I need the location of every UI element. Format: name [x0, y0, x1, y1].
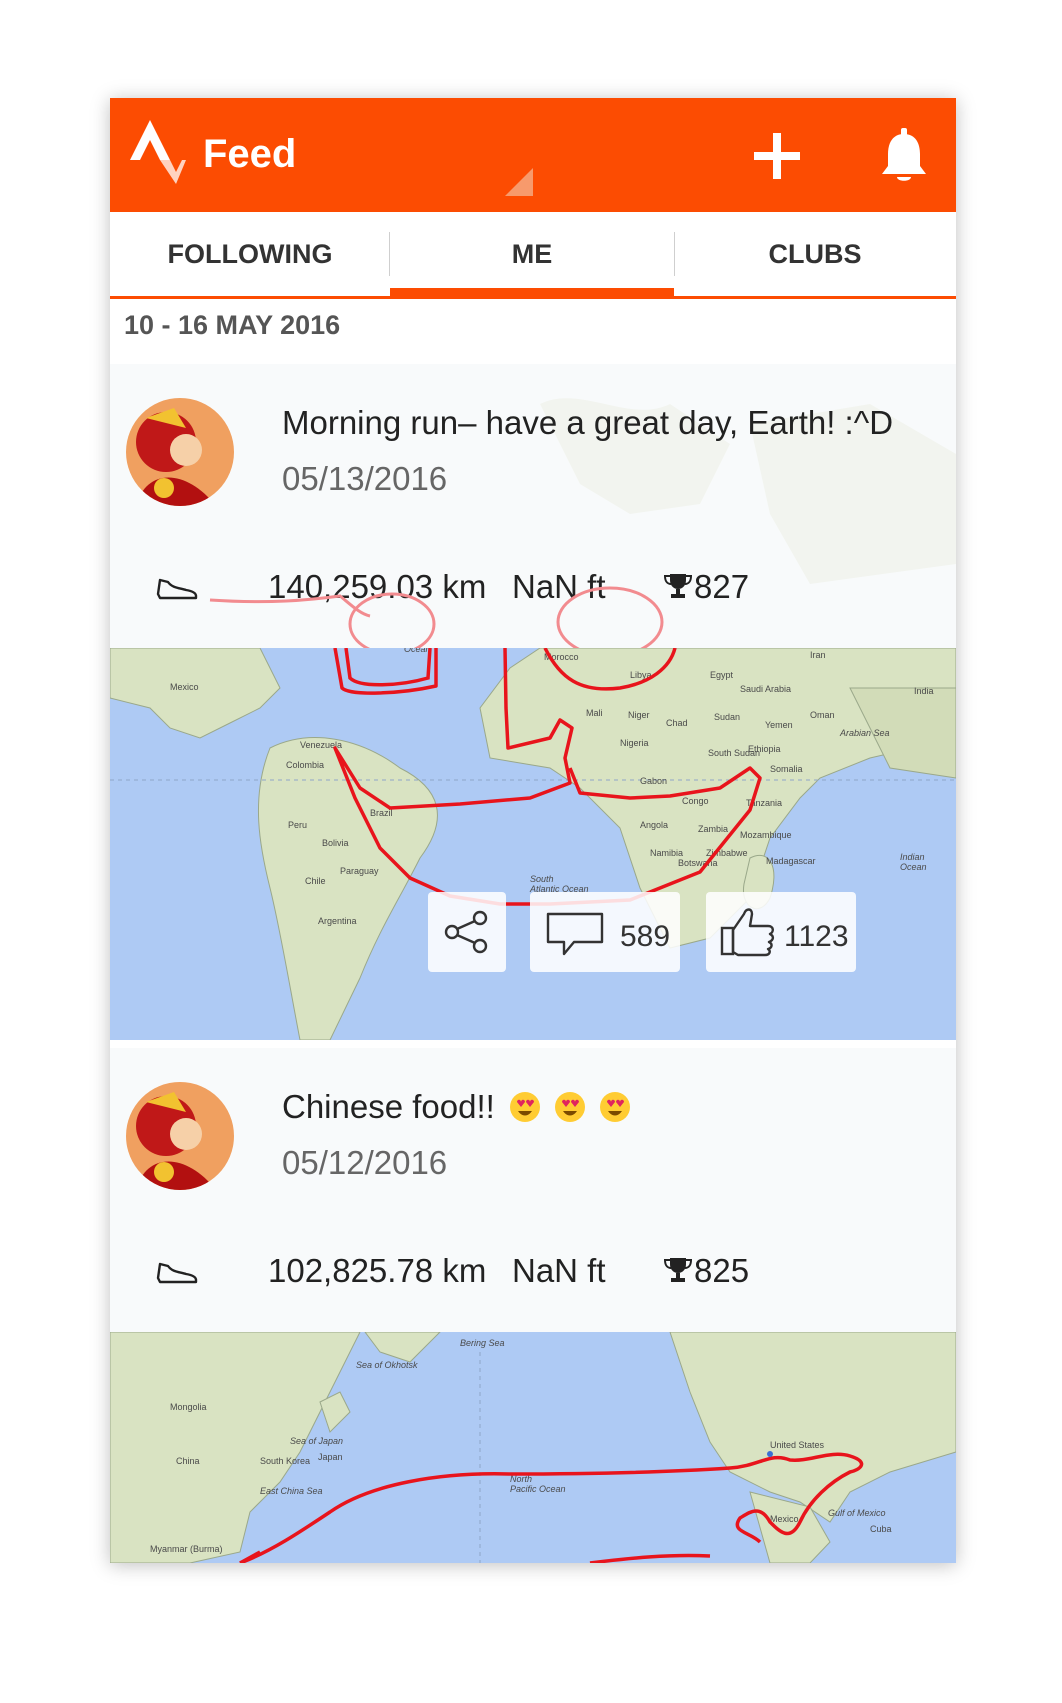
- shoe-icon: [156, 1262, 198, 1284]
- activity-distance: 102,825.78 km: [268, 1252, 487, 1289]
- plus-icon[interactable]: [752, 131, 802, 181]
- share-button[interactable]: [428, 892, 506, 972]
- heart-eyes-emoji-icon: [600, 1092, 631, 1122]
- route-map-drawing: Mongolia China South Korea Japan Sea of …: [110, 1332, 956, 1563]
- activity-header: Morning run– have a great day, Earth! :^…: [110, 364, 956, 648]
- svg-text:Indian: Indian: [900, 852, 925, 862]
- svg-text:Somalia: Somalia: [770, 764, 803, 774]
- svg-text:South: South: [530, 874, 554, 884]
- svg-text:South Sudan: South Sudan: [708, 748, 760, 758]
- svg-text:China: China: [176, 1456, 200, 1466]
- phone-screen: Feed FOLLOWING ME CLUBS 10 - 16 MAY 2016: [110, 98, 956, 1563]
- comment-icon: [546, 912, 604, 956]
- feed-tabs: FOLLOWING ME CLUBS: [110, 212, 956, 299]
- svg-text:Mozambique: Mozambique: [740, 830, 792, 840]
- kudos-count: 1123: [784, 920, 849, 953]
- svg-text:Madagascar: Madagascar: [766, 856, 816, 866]
- activity-elevation: NaN ft: [512, 568, 606, 605]
- svg-text:Ocean: Ocean: [404, 648, 431, 654]
- svg-text:East China Sea: East China Sea: [260, 1486, 323, 1496]
- trophy-icon: [664, 574, 692, 598]
- svg-text:India: India: [914, 686, 934, 696]
- svg-text:Oman: Oman: [810, 710, 835, 720]
- activity-title: Chinese food!!: [282, 1088, 495, 1125]
- svg-text:South Korea: South Korea: [260, 1456, 310, 1466]
- activity-card[interactable]: Chinese food!! 05/12/2016 102,825.78 km …: [110, 1048, 956, 1563]
- tab-clubs[interactable]: CLUBS: [674, 212, 956, 296]
- route-map[interactable]: Mexico Venezuela Colombia Brazil Peru Bo…: [110, 648, 956, 1040]
- comment-button[interactable]: 589: [530, 892, 680, 972]
- activity-elevation: NaN ft: [512, 1252, 606, 1289]
- kudos-button[interactable]: 1123: [706, 892, 856, 972]
- app-title: Feed: [203, 132, 297, 176]
- tab-me[interactable]: ME: [390, 212, 674, 296]
- svg-text:Gulf of Mexico: Gulf of Mexico: [828, 1508, 886, 1518]
- svg-text:Iran: Iran: [810, 650, 826, 660]
- svg-text:Bering Sea: Bering Sea: [460, 1338, 505, 1348]
- strava-logo-icon: [130, 120, 186, 184]
- heart-eyes-emoji-icon: [509, 1092, 540, 1122]
- svg-text:Mali: Mali: [586, 708, 603, 718]
- trophy-icon: [664, 1258, 692, 1282]
- activity-date: 05/13/2016: [282, 460, 448, 497]
- app-bar: Feed: [110, 98, 956, 212]
- svg-text:Sea of Okhotsk: Sea of Okhotsk: [356, 1360, 418, 1370]
- svg-text:Sea of Japan: Sea of Japan: [290, 1436, 343, 1446]
- activity-title-row[interactable]: Chinese food!!: [282, 1088, 631, 1126]
- activity-card[interactable]: Morning run– have a great day, Earth! :^…: [110, 364, 956, 1044]
- svg-text:Ocean: Ocean: [900, 862, 927, 872]
- svg-text:Bolivia: Bolivia: [322, 838, 349, 848]
- svg-text:Argentina: Argentina: [318, 916, 357, 926]
- svg-text:United States: United States: [770, 1440, 825, 1450]
- activity-achievements: 825: [694, 1252, 750, 1289]
- svg-text:Mexico: Mexico: [170, 682, 199, 692]
- svg-text:Yemen: Yemen: [765, 720, 793, 730]
- svg-text:Namibia: Namibia: [650, 848, 683, 858]
- svg-text:Myanmar (Burma): Myanmar (Burma): [150, 1544, 223, 1554]
- svg-text:Saudi Arabia: Saudi Arabia: [740, 684, 791, 694]
- svg-text:Egypt: Egypt: [710, 670, 734, 680]
- bell-icon[interactable]: [880, 128, 928, 184]
- comment-count: 589: [620, 920, 671, 953]
- route-map[interactable]: Mongolia China South Korea Japan Sea of …: [110, 1332, 956, 1563]
- svg-text:Chile: Chile: [305, 876, 326, 886]
- svg-text:Congo: Congo: [682, 796, 709, 806]
- svg-text:Gabon: Gabon: [640, 776, 667, 786]
- svg-text:Arabian Sea: Arabian Sea: [839, 728, 890, 738]
- activity-achievements: 827: [694, 568, 750, 605]
- activity-date: 05/12/2016: [282, 1144, 448, 1181]
- svg-text:Niger: Niger: [628, 710, 650, 720]
- thumbs-up-icon: [720, 908, 775, 957]
- svg-text:Mexico: Mexico: [770, 1514, 799, 1524]
- svg-text:Angola: Angola: [640, 820, 668, 830]
- activity-distance: 140,259.03 km: [268, 568, 487, 605]
- route-map-drawing: Mexico Venezuela Colombia Brazil Peru Bo…: [110, 648, 956, 1040]
- svg-text:Pacific Ocean: Pacific Ocean: [510, 1484, 566, 1494]
- svg-text:Chad: Chad: [666, 718, 688, 728]
- active-tab-indicator: [390, 288, 674, 297]
- heart-eyes-emoji-icon: [555, 1092, 586, 1122]
- activity-title[interactable]: Morning run– have a great day, Earth! :^…: [282, 404, 893, 442]
- svg-text:Sudan: Sudan: [714, 712, 740, 722]
- svg-text:Colombia: Colombia: [286, 760, 324, 770]
- svg-text:Cuba: Cuba: [870, 1524, 892, 1534]
- shoe-icon: [156, 578, 198, 600]
- avatar[interactable]: [126, 398, 234, 506]
- activity-header: Chinese food!! 05/12/2016 102,825.78 km …: [110, 1048, 956, 1332]
- svg-text:Peru: Peru: [288, 820, 307, 830]
- dropdown-indicator-icon[interactable]: [505, 168, 533, 196]
- svg-text:Paraguay: Paraguay: [340, 866, 379, 876]
- svg-text:Nigeria: Nigeria: [620, 738, 649, 748]
- avatar[interactable]: [126, 1082, 234, 1190]
- svg-text:Mongolia: Mongolia: [170, 1402, 207, 1412]
- svg-text:Zambia: Zambia: [698, 824, 728, 834]
- svg-text:Japan: Japan: [318, 1452, 343, 1462]
- tab-following[interactable]: FOLLOWING: [110, 212, 390, 296]
- week-header: 10 - 16 MAY 2016: [124, 310, 341, 340]
- share-icon: [444, 910, 488, 954]
